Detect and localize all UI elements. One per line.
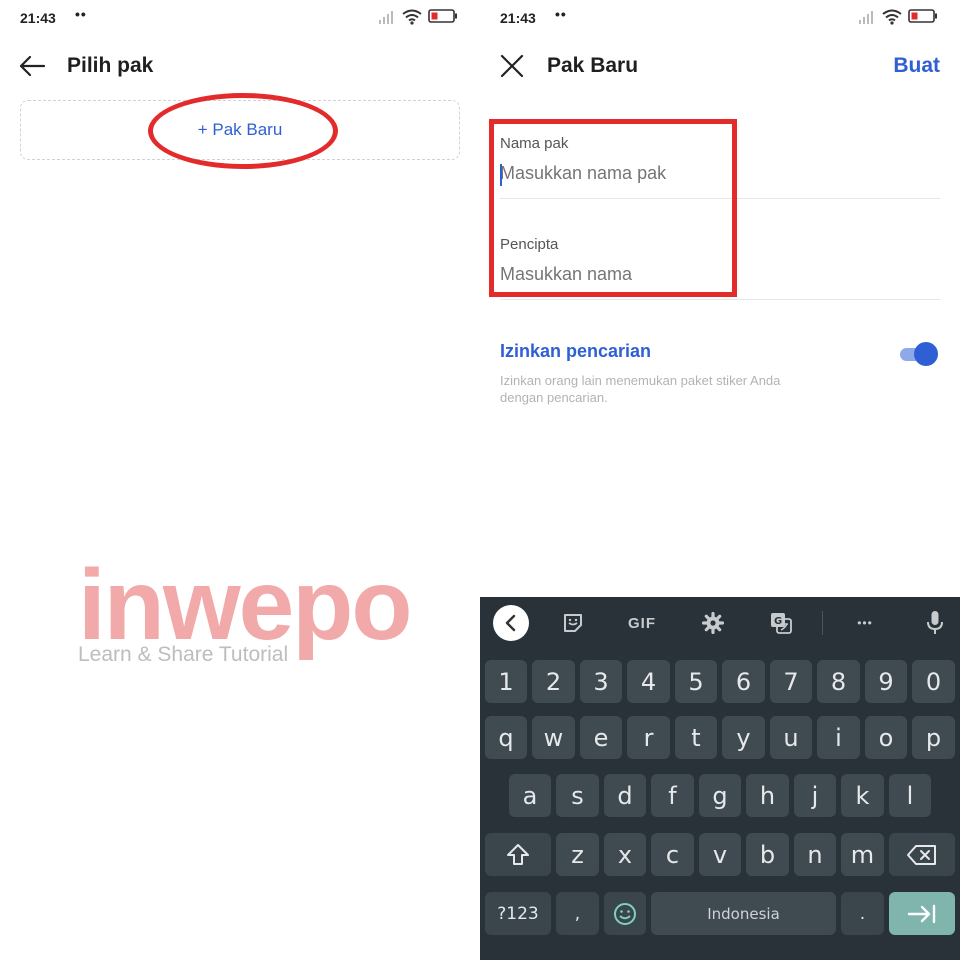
comma-key[interactable]: , [556,892,599,935]
new-pack-screen: 21:43 •• Pak Baru Buat Nama pak Pencipta [480,0,960,960]
symbols-key[interactable]: ?123 [485,892,551,935]
watermark-brand: inwepo [78,549,412,661]
field-divider [500,299,940,300]
key-e[interactable]: e [580,716,622,759]
keyboard-settings-button[interactable] [698,605,728,641]
shift-icon [507,843,529,865]
key-o[interactable]: o [865,716,907,759]
signal-icon [379,11,393,24]
voice-input-button[interactable] [922,605,948,641]
create-button[interactable]: Buat [893,54,940,78]
key-6[interactable]: 6 [722,660,765,703]
status-bar: 21:43 •• [480,0,960,34]
space-key[interactable]: Indonesia [651,892,836,935]
key-t[interactable]: t [675,716,717,759]
key-8[interactable]: 8 [817,660,860,703]
status-bar: 21:43 •• [0,0,480,34]
tab-arrow-icon [907,904,936,923]
search-toggle-title: Izinkan pencarian [500,341,652,361]
key-4[interactable]: 4 [627,660,670,703]
notification-dots: •• [555,6,567,22]
gif-button[interactable]: GIF [620,605,664,641]
key-c[interactable]: c [651,833,694,876]
key-n[interactable]: n [794,833,836,876]
key-7[interactable]: 7 [770,660,812,703]
next-field-key[interactable] [889,892,955,935]
page-title: Pilih pak [67,54,154,77]
wifi-icon [882,9,902,25]
key-x[interactable]: x [604,833,646,876]
key-a[interactable]: a [509,774,551,817]
key-b[interactable]: b [746,833,789,876]
emoji-icon [614,902,636,925]
close-icon[interactable] [498,52,526,80]
svg-text:G: G [774,616,782,627]
key-h[interactable]: h [746,774,789,817]
key-q[interactable]: q [485,716,527,759]
watermark-logo: inwepo Learn & Share Tutorial [78,555,438,675]
key-p[interactable]: p [912,716,955,759]
status-time: 21:43 [500,10,536,26]
signal-icon [859,11,873,24]
key-s[interactable]: s [556,774,599,817]
pack-picker-screen: 21:43 •• Pilih pak + Pak Baru inwepo Lea… [0,0,480,960]
key-f[interactable]: f [651,774,694,817]
key-g[interactable]: g [699,774,741,817]
key-m[interactable]: m [841,833,884,876]
highlight-circle [148,93,338,169]
highlight-box [489,119,737,297]
key-3[interactable]: 3 [580,660,622,703]
notification-dots: •• [75,6,87,22]
key-w[interactable]: w [532,716,575,759]
key-y[interactable]: y [722,716,765,759]
period-key[interactable]: . [841,892,884,935]
status-time: 21:43 [20,10,56,26]
backspace-icon [907,844,936,865]
chevron-left-icon [493,605,529,641]
page-title: Pak Baru [547,54,639,77]
key-j[interactable]: j [794,774,836,817]
translate-icon: G [771,613,792,634]
backspace-key[interactable] [889,833,955,876]
search-toggle-description: Izinkan orang lain menemukan paket stike… [500,373,781,405]
battery-low-icon [428,9,457,23]
key-2[interactable]: 2 [532,660,575,703]
back-arrow-icon[interactable] [18,52,46,80]
key-1[interactable]: 1 [485,660,527,703]
key-r[interactable]: r [627,716,670,759]
key-9[interactable]: 9 [865,660,907,703]
key-z[interactable]: z [556,833,599,876]
more-options-button[interactable]: ••• [850,605,880,641]
search-toggle-switch[interactable] [898,341,938,367]
on-screen-keyboard: GIF G ••• 1 2 3 4 5 6 7 8 9 0 q w e r t … [480,597,960,960]
keyboard-collapse-button[interactable] [492,605,530,641]
watermark-tagline: Learn & Share Tutorial [78,643,289,666]
wifi-icon [402,9,422,25]
emoji-key[interactable] [604,892,646,935]
key-u[interactable]: u [770,716,812,759]
key-k[interactable]: k [841,774,884,817]
sticker-button[interactable] [558,605,588,641]
shift-key[interactable] [485,833,551,876]
microphone-icon [927,611,943,634]
sticker-icon [564,614,582,632]
battery-low-icon [908,9,937,23]
translate-button[interactable]: G [766,605,796,641]
key-d[interactable]: d [604,774,646,817]
key-0[interactable]: 0 [912,660,955,703]
key-v[interactable]: v [699,833,741,876]
toolbar-divider [822,611,823,635]
key-l[interactable]: l [889,774,931,817]
app-bar: Pak Baru Buat [480,44,960,88]
toggle-thumb [914,342,938,366]
app-bar: Pilih pak [0,44,480,88]
gear-icon [702,612,724,634]
key-i[interactable]: i [817,716,860,759]
key-5[interactable]: 5 [675,660,717,703]
